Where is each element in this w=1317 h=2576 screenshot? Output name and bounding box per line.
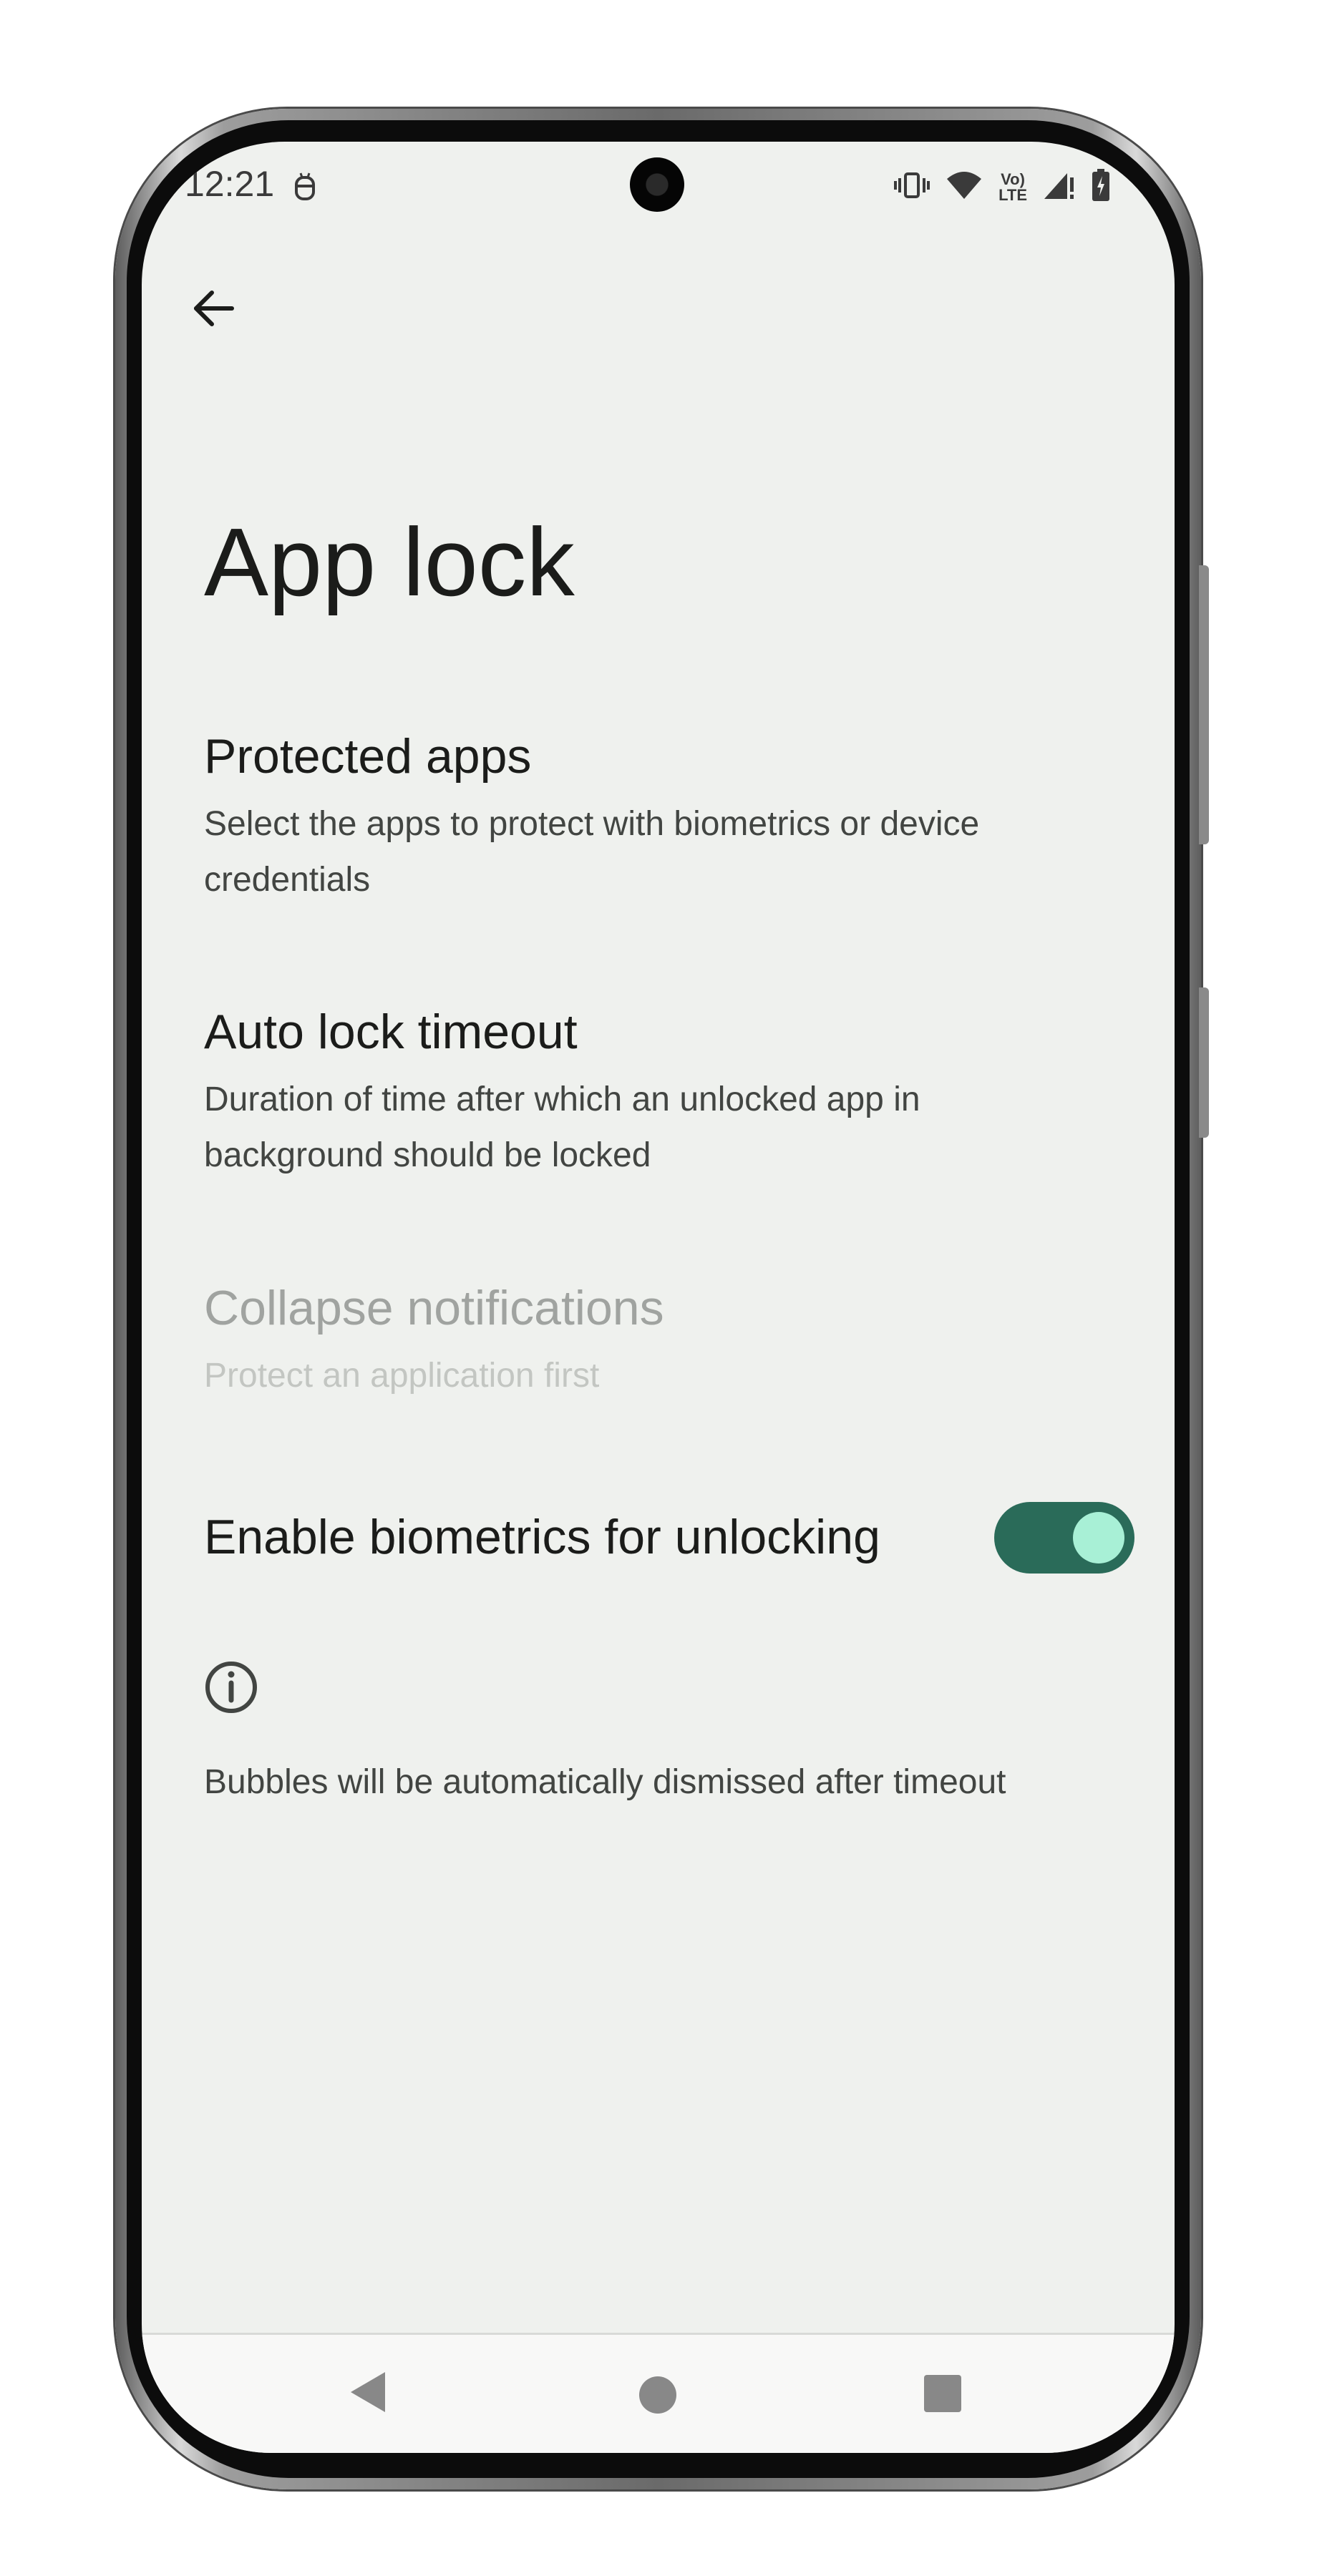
toggle-knob [1073, 1512, 1124, 1563]
volte-icon: Vo) LTE [998, 170, 1027, 204]
pref-title: Enable biometrics for unlocking [204, 1510, 880, 1564]
footer-text: Bubbles will be automatically dismissed … [204, 1763, 1006, 1801]
wifi-icon [946, 170, 983, 204]
pref-summary-line: background should be locked [204, 1136, 651, 1174]
info-icon [203, 1659, 260, 1719]
pref-collapse-notifications: Collapse notifications Protect an applic… [204, 1282, 1132, 1404]
pref-enable-biometrics[interactable]: Enable biometrics for unlocking [204, 1511, 938, 1564]
pref-summary-line: credentials [204, 860, 371, 899]
signal-icon [1043, 170, 1076, 204]
pref-summary-line: Protect an application first [204, 1356, 600, 1395]
status-icons: Vo) LTE [894, 169, 1110, 205]
pref-summary: Protect an application first [204, 1348, 1132, 1404]
pref-title: Auto lock timeout [204, 1005, 578, 1059]
power-button [1199, 987, 1209, 1138]
status-time: 12:21 [185, 164, 275, 204]
navigation-bar [142, 2333, 1175, 2453]
pref-protected-apps[interactable]: Protected apps Select the apps to protec… [204, 730, 1132, 908]
pref-title: Protected apps [204, 729, 532, 784]
pref-summary: Duration of time after which an unlocked… [204, 1072, 1132, 1184]
debug-icon [292, 170, 318, 207]
status-bar: 12:21 Vo) LTE [142, 142, 1175, 235]
vibrate-icon [894, 171, 930, 203]
pref-summary-line: Select the apps to protect with biometri… [204, 804, 980, 843]
volte-line1: Vo) [1001, 170, 1025, 188]
nav-recents-icon[interactable] [924, 2375, 961, 2412]
biometrics-toggle[interactable] [994, 1502, 1134, 1574]
pref-summary-line: Duration of time after which an unlocked… [204, 1080, 920, 1118]
pref-title: Collapse notifications [204, 1281, 664, 1335]
volte-line2: LTE [998, 185, 1027, 204]
screen: 12:21 Vo) LTE App lock Protected apps Se… [142, 142, 1175, 2453]
pref-summary: Select the apps to protect with biometri… [204, 796, 1132, 908]
nav-home-icon[interactable] [639, 2376, 676, 2414]
front-camera [630, 157, 684, 212]
back-button[interactable] [178, 274, 249, 346]
nav-back-icon[interactable] [348, 2369, 388, 2419]
page-title: App lock [204, 508, 575, 616]
battery-charging-icon [1092, 169, 1110, 205]
pref-auto-lock-timeout[interactable]: Auto lock timeout Duration of time after… [204, 1005, 1132, 1184]
volume-button [1199, 565, 1209, 844]
arrow-back-icon [190, 286, 236, 335]
